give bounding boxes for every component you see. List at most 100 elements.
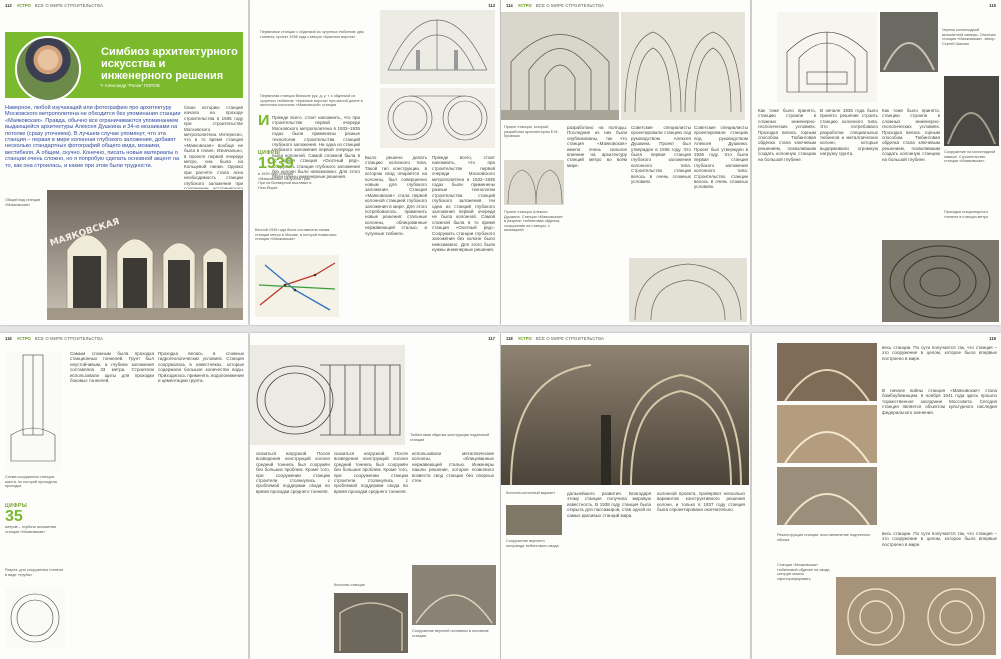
ceiling-panorama-photo: [836, 577, 996, 655]
page-header: 118 #СТРО ВСЕ О МИРЕ СТРОИТЕЛЬСТВА: [506, 336, 745, 344]
column-text: дальнейшего развития. Благодаря этому ст…: [567, 491, 651, 518]
rubric-label: ВСЕ О МИРЕ СТРОИТЕЛЬСТВА: [535, 3, 605, 8]
station-hall-photo: МАЯКОВСКАЯ: [47, 190, 243, 320]
page-number: 115: [989, 3, 996, 8]
photo-caption: Схема сооружения станции: шахта, по кото…: [5, 475, 57, 489]
station-drawing-photo: [380, 10, 495, 84]
magazine-name: #СТРО: [517, 3, 532, 8]
column-text: В начале 1936 года было принято решение …: [820, 108, 878, 157]
column-text: Прежде всего, стоит напомнить, что при с…: [432, 155, 495, 252]
cifry-year: 1939: [258, 155, 294, 172]
photo-caption: Колонно-пилонный вариант: [506, 491, 556, 495]
column-text: Советские специалисты проектировали стан…: [694, 125, 748, 190]
cifry-number: 35: [5, 508, 23, 525]
column-text: весь станции. По сути получается так, чт…: [882, 345, 997, 361]
article-intro: Наверное, любой изучающий или фотографию…: [5, 105, 181, 169]
column-text: сказаться нагрузкой. После возведения ко…: [334, 451, 408, 494]
vault-construction-photo: [412, 565, 496, 625]
page-number: 117: [488, 336, 495, 341]
photo-caption: Разрез: для сооружения тоннеля в виде «т…: [5, 568, 64, 577]
page-115: 115 Чертеж колоннадной монолитной камеры…: [752, 0, 1001, 325]
photo-caption: Проходка стационарного тоннеля в станции…: [944, 210, 989, 219]
photo-caption: Сооружение верхней половины в половине с…: [412, 629, 489, 638]
page-116: 116 #СТРО ВСЕ О МИРЕ СТРОИТЕЛЬСТВА Схема…: [0, 333, 248, 659]
arch-perspective-drawing: [501, 12, 619, 120]
page-117: 117 Тюбинговая обделка конструкции подзе…: [250, 333, 500, 659]
station-photo-mid: [777, 405, 877, 463]
photo-caption: Чертеж колоннадной монолитной камеры. Оп…: [942, 28, 996, 46]
column-text: сказаться нагрузкой. После возведения ко…: [256, 451, 330, 494]
tubing-lining-drawing: [250, 345, 405, 445]
page-113: 113 И Прежде всего, стоит напомнить, что…: [250, 0, 500, 325]
page-header: 117: [255, 336, 495, 344]
column-text: Самым сложным была проходка станционных …: [70, 351, 154, 384]
photo-caption: Реконструкция станции, восстановление по…: [777, 533, 871, 542]
photo-caption: Проект станции Алексея Душкина. Станция …: [504, 210, 563, 233]
page-number: 113: [488, 3, 495, 8]
photo-caption: Первичные станции с обделкой из чугунных…: [260, 30, 364, 39]
photo-caption: Станция «Маяковская» тюбинговой обделке …: [777, 563, 831, 581]
magazine-name: #СТРО: [517, 336, 532, 341]
page-header: 116 #СТРО ВСЕ О МИРЕ СТРОИТЕЛЬСТВА: [5, 336, 243, 344]
page-114: 114 #СТРО ВСЕ О МИРЕ СТРОИТЕЛЬСТВА Проек…: [501, 0, 750, 325]
construction-photo: [880, 12, 938, 72]
author-portrait: [15, 36, 81, 102]
column-text: использовали металлические колонны, обли…: [412, 451, 494, 484]
vault-drawing: [629, 258, 747, 322]
column-text: разработано на полгоды. Последние из них…: [567, 125, 627, 168]
shaft-scheme-drawing: [5, 351, 61, 471]
cross-section-blueprint: [777, 12, 877, 102]
column-text: Было решено делать станцию колонного тип…: [365, 155, 427, 236]
page-header: 112 #СТРО ВСЕ О МИРЕ СТРОИТЕЛЬСТВА: [5, 3, 243, 11]
page-number: 119: [989, 336, 996, 341]
page-119: 119 Реконструкция станции, восстановлени…: [752, 333, 1001, 659]
rubric-label: ВСЕ О МИРЕ СТРОИТЕЛЬСТВА: [535, 336, 605, 341]
page-112: 112 #СТРО ВСЕ О МИРЕ СТРОИТЕЛЬСТВА Симби…: [0, 0, 248, 325]
magazine-name: #СТРО: [16, 3, 31, 8]
drop-cap: И: [258, 115, 270, 125]
rubric-label: ВСЕ О МИРЕ СТРОИТЕЛЬСТВА: [34, 336, 104, 341]
column-text: Как тоже было принято, станцию строили в…: [758, 108, 816, 162]
column-text: весь станции. По сути получается так, чт…: [882, 531, 997, 547]
metro-map-photo: [255, 255, 339, 317]
column-text: Советские специалисты проектировали стан…: [631, 125, 691, 185]
page-header: 115: [757, 3, 996, 11]
magazine-name: #СТРО: [16, 336, 31, 341]
article-title: Симбиоз архитектурного искусства и инжен…: [101, 46, 238, 82]
column-text: Как тоже было принято, станцию строили в…: [882, 108, 940, 162]
cifry-text: в 1939 году станция «Маяковская» получил…: [258, 172, 312, 190]
photo-caption: Проект станции, который разработан архит…: [504, 125, 559, 139]
arcade-drawing: [504, 160, 564, 205]
shield-tunnel-photo: [882, 240, 999, 322]
photo-caption: Сооружение на колоннадной камере. Строит…: [944, 150, 996, 164]
page-number: 116: [5, 336, 12, 341]
station-photo-top: [777, 343, 877, 401]
photo-caption: Весной 1936 года была составлена схема с…: [255, 228, 337, 242]
cifry-text: метров – глубина заложения станции «Маяк…: [5, 525, 56, 534]
tunnel-section-drawing: [5, 588, 65, 648]
page-header: 114 #СТРО ВСЕ О МИРЕ СТРОИТЕЛЬСТВА: [506, 3, 745, 11]
cifry-box: ЦИФРЫ 1939 в 1939 году станция «Маяковск…: [258, 150, 318, 220]
author-byline: ✎ Александр "Ролан" ПОПОВ: [100, 83, 160, 88]
page-number: 118: [506, 336, 513, 341]
page-number: 112: [5, 3, 12, 8]
photo-caption: Сооружение верхнего полусвода тюбинговог…: [506, 539, 559, 548]
column-pylon-photo: [506, 505, 562, 535]
photo-caption: Первичная станция Вначале рук. д. у. т. …: [260, 94, 363, 108]
photo-caption: Тюбинговая обделка конструкции подземной…: [410, 433, 490, 442]
photo-caption: Колонны станции: [334, 583, 365, 587]
photo-caption: Общий вид станции «Маяковская»: [5, 198, 41, 207]
arch-hall-drawing: [621, 12, 745, 120]
tunnel-drawing: [380, 88, 495, 148]
column-text: Свою историю станция начала на проходе с…: [184, 105, 243, 189]
column-text: колонной проекта, проверяют несколько ва…: [657, 491, 745, 513]
page-number: 114: [506, 3, 513, 8]
columns-photo: [334, 593, 408, 653]
column-text: В начале войны станция «Маяковская» стал…: [882, 388, 997, 415]
author-name: Александр "Ролан" ПОПОВ: [104, 83, 160, 88]
page-118: 118 #СТРО ВСЕ О МИРЕ СТРОИТЕЛЬСТВА Колон…: [501, 333, 750, 659]
vault-arch-photo: [501, 345, 749, 485]
column-text: Проходка велась в сложных гидрогеологиче…: [158, 351, 244, 384]
cifry-box: ЦИФРЫ 35 метров – глубина заложения стан…: [5, 503, 65, 563]
tunnel-photo: [944, 76, 999, 146]
